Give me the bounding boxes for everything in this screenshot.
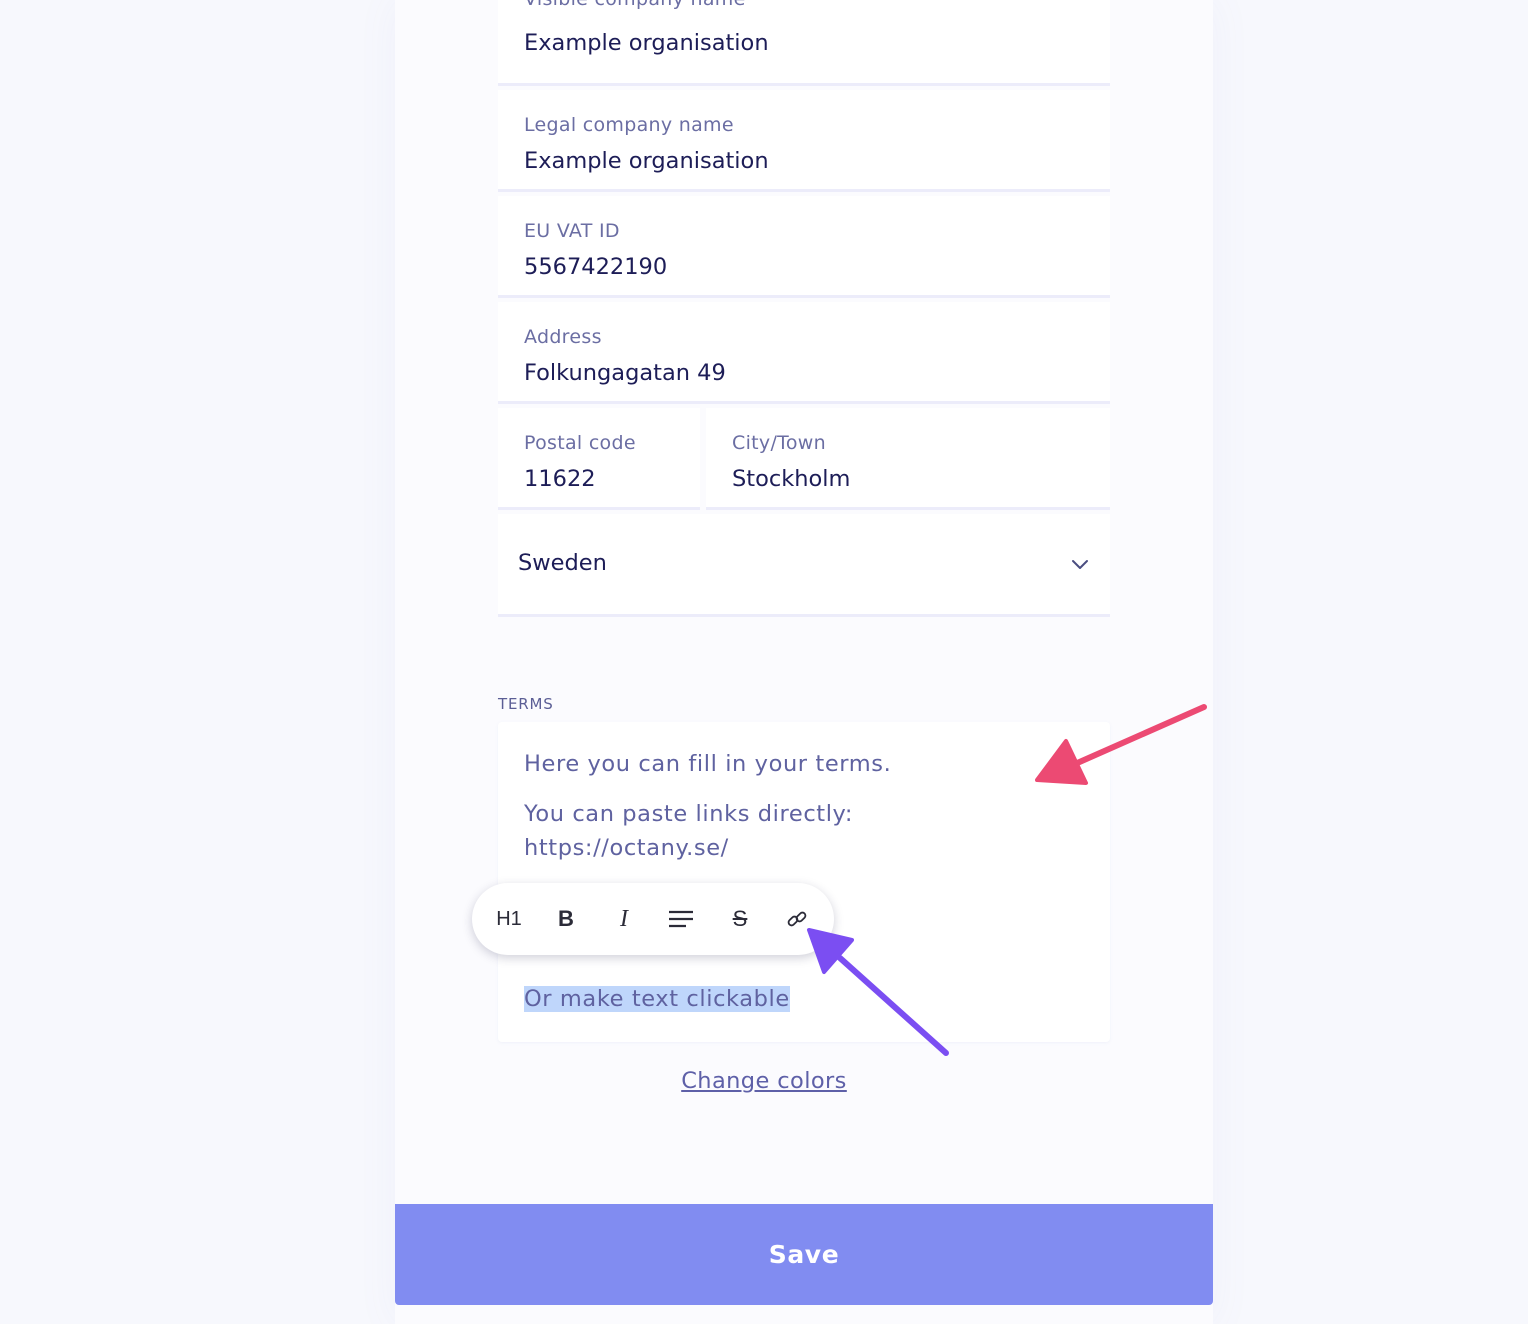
terms-editor[interactable]: Here you can fill in your terms. You can… (498, 722, 1110, 1042)
align-button[interactable] (661, 899, 701, 939)
chevron-down-icon (1072, 560, 1088, 569)
legal-company-name-label: Legal company name (524, 114, 734, 136)
address-value[interactable]: Folkungagatan 49 (524, 360, 726, 386)
legal-company-name-field[interactable]: Legal company name Example organisation (498, 90, 1110, 189)
country-value: Sweden (518, 550, 607, 576)
city-field[interactable]: City/Town Stockholm (706, 408, 1110, 507)
address-field[interactable]: Address Folkungagatan 49 (498, 302, 1110, 401)
link-button[interactable] (777, 899, 817, 939)
change-colors-link[interactable]: Change colors (0, 1068, 1528, 1094)
bold-button[interactable]: B (546, 899, 586, 939)
visible-company-name-field[interactable]: Visible company name Example organisatio… (498, 0, 1110, 83)
selected-text[interactable]: Or make text clickable (524, 986, 790, 1012)
eu-vat-id-label: EU VAT ID (524, 220, 620, 242)
visible-company-name-label: Visible company name (524, 0, 746, 10)
formatting-toolbar: H1 B I S (472, 883, 834, 955)
postal-code-label: Postal code (524, 432, 636, 454)
terms-heading: TERMS (498, 695, 554, 713)
visible-company-name-value[interactable]: Example organisation (524, 30, 769, 56)
country-select[interactable]: Sweden (498, 514, 1110, 614)
terms-link-text[interactable]: https://octany.se/ (524, 831, 729, 865)
strikethrough-button[interactable]: S (720, 899, 760, 939)
city-value[interactable]: Stockholm (732, 466, 850, 492)
align-left-icon (669, 910, 693, 928)
italic-button[interactable]: I (604, 899, 644, 939)
postal-code-field[interactable]: Postal code 11622 (498, 408, 700, 507)
eu-vat-id-value[interactable]: 5567422190 (524, 254, 667, 280)
eu-vat-id-field[interactable]: EU VAT ID 5567422190 (498, 196, 1110, 295)
terms-line-2: You can paste links directly: (524, 801, 854, 827)
link-icon (787, 911, 807, 927)
postal-code-value[interactable]: 11622 (524, 466, 596, 492)
heading-button[interactable]: H1 (489, 899, 529, 939)
city-label: City/Town (732, 432, 826, 454)
save-button[interactable]: Save (395, 1204, 1213, 1305)
legal-company-name-value[interactable]: Example organisation (524, 148, 769, 174)
address-label: Address (524, 326, 602, 348)
terms-line-1: Here you can fill in your terms. (524, 751, 892, 777)
